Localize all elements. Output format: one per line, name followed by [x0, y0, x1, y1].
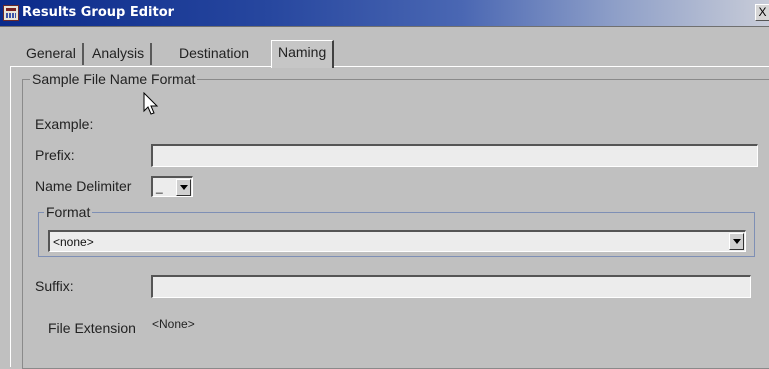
- format-value: <none>: [53, 235, 94, 249]
- results-group-icon: [3, 5, 19, 21]
- close-button[interactable]: X: [755, 4, 769, 21]
- window-title: Results Group Editor: [22, 5, 175, 20]
- tab-destination[interactable]: Destination: [173, 43, 255, 65]
- name-delimiter-select[interactable]: _: [151, 176, 193, 197]
- delimiter-dropdown-button[interactable]: [176, 179, 191, 196]
- tab-general[interactable]: General: [20, 43, 84, 65]
- file-extension-value: <None>: [152, 317, 195, 331]
- format-select[interactable]: <none>: [48, 230, 746, 252]
- prefix-input[interactable]: [151, 144, 758, 167]
- name-delimiter-label: Name Delimiter: [35, 178, 132, 194]
- file-extension-label: File Extension: [48, 320, 136, 336]
- format-legend: Format: [44, 204, 93, 220]
- title-bar: Results Group Editor X: [0, 0, 769, 27]
- suffix-label: Suffix:: [35, 278, 74, 294]
- suffix-input[interactable]: [151, 275, 751, 298]
- sample-format-legend: Sample File Name Format: [30, 71, 198, 87]
- chevron-down-icon: [733, 239, 741, 244]
- chevron-down-icon: [180, 185, 188, 190]
- mouse-pointer-icon: [143, 92, 159, 115]
- example-label: Example:: [35, 116, 94, 132]
- format-dropdown-button[interactable]: [729, 233, 744, 250]
- prefix-label: Prefix:: [35, 147, 75, 163]
- tab-analysis[interactable]: Analysis: [86, 43, 153, 65]
- tab-naming[interactable]: Naming: [271, 40, 335, 68]
- delimiter-value: _: [156, 180, 163, 194]
